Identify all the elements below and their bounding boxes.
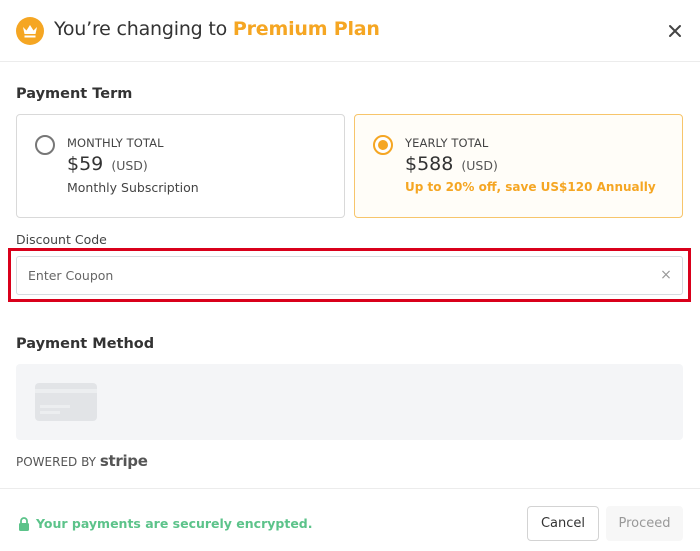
modal-footer: Your payments are securely encrypted. Ca… [0, 488, 700, 551]
plan-name: Premium Plan [232, 18, 380, 40]
yearly-radio[interactable] [373, 135, 393, 155]
yearly-price: $588 (USD) [405, 153, 498, 175]
payment-term-label: Payment Term [16, 86, 133, 102]
stripe-logo: stripe [99, 452, 148, 470]
credit-card-icon [35, 383, 97, 421]
modal-header: You’re changing to Premium Plan [0, 0, 700, 62]
secure-notice: Your payments are securely encrypted. [18, 516, 313, 531]
modal-title: You’re changing to Premium Plan [54, 18, 380, 40]
close-button[interactable] [664, 20, 686, 42]
yearly-promo: Up to 20% off, save US$120 Annually [405, 180, 656, 194]
powered-by-text: POWERED BY [16, 455, 97, 469]
yearly-kicker: YEARLY TOTAL [405, 136, 489, 150]
title-prefix: You’re changing to [54, 18, 233, 40]
monthly-kicker: MONTHLY TOTAL [67, 136, 164, 150]
yearly-term-option[interactable]: YEARLY TOTAL $588 (USD) Up to 20% off, s… [354, 114, 683, 218]
secure-text: Your payments are securely encrypted. [36, 516, 313, 531]
monthly-term-option[interactable]: MONTHLY TOTAL $59 (USD) Monthly Subscrip… [16, 114, 345, 218]
discount-code-label: Discount Code [16, 232, 107, 247]
monthly-radio[interactable] [35, 135, 55, 155]
powered-by-stripe: POWERED BY stripe [16, 452, 148, 470]
lock-icon [19, 516, 29, 531]
monthly-subtitle: Monthly Subscription [67, 180, 199, 195]
payment-method-placeholder[interactable] [16, 364, 683, 440]
monthly-price: $59 (USD) [67, 153, 148, 175]
coupon-field: × [16, 256, 683, 295]
proceed-button[interactable]: Proceed [606, 506, 683, 541]
yearly-price-amount: $588 [405, 153, 454, 175]
payment-method-label: Payment Method [16, 336, 155, 352]
monthly-currency: (USD) [111, 158, 148, 173]
cancel-button[interactable]: Cancel [527, 506, 599, 541]
crown-icon [16, 17, 44, 45]
coupon-input[interactable] [17, 257, 637, 294]
yearly-currency: (USD) [461, 158, 498, 173]
monthly-price-amount: $59 [67, 153, 104, 175]
clear-coupon-icon[interactable]: × [658, 267, 674, 283]
close-icon [669, 25, 681, 37]
